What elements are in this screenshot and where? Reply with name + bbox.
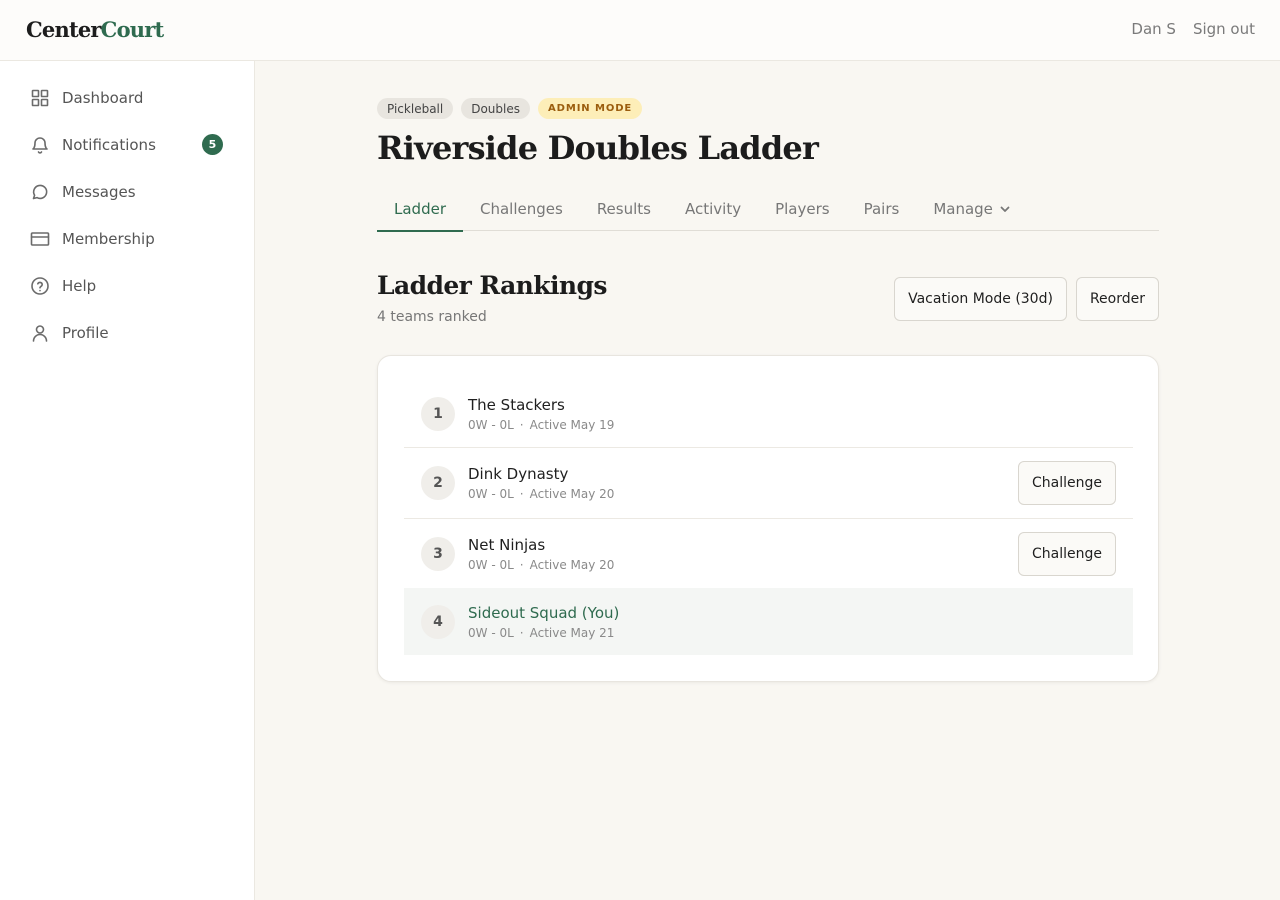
logo-text-center: Center <box>26 17 101 42</box>
tab-pairs[interactable]: Pairs <box>847 186 917 231</box>
ladder-tabs: Ladder Challenges Results Activity Playe… <box>377 186 1159 232</box>
ladder-actions: Vacation Mode (30d) Reorder <box>894 277 1159 321</box>
ladder-card: 1 The Stackers 0W - 0L · Active May 19 2 D… <box>377 355 1159 682</box>
rank-badge: 1 <box>421 396 455 431</box>
vacation-mode-button[interactable]: Vacation Mode (30d) <box>894 277 1067 321</box>
ladder-row: 1 The Stackers 0W - 0L · Active May 19 <box>404 380 1133 448</box>
team-meta: 0W - 0L · Active May 20 <box>468 487 615 501</box>
tab-players[interactable]: Players <box>758 186 847 231</box>
challenge-button[interactable]: Challenge <box>1018 531 1116 576</box>
sidebar-item-label: Messages <box>62 182 136 201</box>
sidebar-item-label: Notifications <box>62 135 156 154</box>
user-icon <box>30 323 50 343</box>
chat-bubble-icon <box>30 182 50 202</box>
ladder-tags: Pickleball Doubles ADMIN MODE <box>377 98 643 119</box>
sport-tag: Pickleball <box>377 98 454 119</box>
team-info: Sideout Squad (You) 0W - 0L · Active May 2… <box>468 604 619 640</box>
tab-manage[interactable]: Manage <box>916 186 1028 231</box>
team-last-active: Active May 19 <box>529 417 615 432</box>
rank-badge: 2 <box>421 466 455 500</box>
top-bar: CenterCourt Dan S Sign out <box>0 0 1280 61</box>
user-name-link[interactable]: Dan S <box>1131 20 1176 38</box>
team-record: 0W - 0L <box>468 417 514 432</box>
chevron-down-icon <box>999 203 1011 215</box>
sidebar-item-dashboard[interactable]: Dashboard <box>0 74 254 121</box>
tab-results[interactable]: Results <box>580 186 668 231</box>
team-record: 0W - 0L <box>468 487 514 501</box>
team-info: Dink Dynasty 0W - 0L · Active May 20 <box>468 465 614 501</box>
sidebar-item-profile[interactable]: Profile <box>0 309 254 356</box>
app-logo[interactable]: CenterCourt <box>26 17 165 42</box>
team-record: 0W - 0L <box>468 625 514 640</box>
sidebar-item-label: Help <box>62 276 97 295</box>
tab-activity[interactable]: Activity <box>668 186 758 231</box>
sidebar-item-label: Dashboard <box>62 88 144 107</box>
sidebar-item-label: Profile <box>62 323 109 342</box>
tab-ladder[interactable]: Ladder <box>377 186 463 232</box>
credit-card-icon <box>30 229 50 249</box>
page-title: Riverside Doubles Ladder <box>377 129 819 167</box>
help-circle-icon <box>30 276 50 296</box>
logo-text-court: Court <box>100 17 165 42</box>
team-info: The Stackers 0W - 0L · Active May 19 <box>468 396 614 432</box>
team-meta: 0W - 0L · Active May 19 <box>468 417 615 432</box>
team-meta: 0W - 0L · Active May 20 <box>468 557 615 572</box>
team-last-active: Active May 20 <box>529 487 615 501</box>
notifications-count-badge: 5 <box>202 134 223 155</box>
ladder-row: 3 Net Ninjas 0W - 0L · Active May 20 Chall… <box>404 519 1133 588</box>
rank-badge: 3 <box>421 536 455 571</box>
team-last-active: Active May 21 <box>529 625 615 640</box>
bell-icon <box>30 135 50 155</box>
grid-icon <box>30 88 50 108</box>
ladder-row: 2 Dink Dynasty 0W - 0L · Active May 20 Cha… <box>404 448 1133 519</box>
tab-challenges[interactable]: Challenges <box>463 186 580 231</box>
team-name[interactable]: Sideout Squad (You) <box>468 604 619 622</box>
teams-ranked-count: 4 teams ranked <box>377 309 487 325</box>
sidebar-item-messages[interactable]: Messages <box>0 168 254 215</box>
sidebar-item-notifications[interactable]: Notifications 5 <box>0 121 254 168</box>
ladder-row-you: 4 Sideout Squad (You) 0W - 0L · Active May… <box>404 588 1133 655</box>
user-nav: Dan S Sign out <box>1131 20 1255 38</box>
sidebar-item-label: Membership <box>62 229 155 248</box>
team-last-active: Active May 20 <box>529 557 615 572</box>
team-meta: 0W - 0L · Active May 21 <box>468 625 615 640</box>
rank-badge: 4 <box>421 604 455 639</box>
reorder-button[interactable]: Reorder <box>1075 277 1159 321</box>
admin-mode-badge: ADMIN MODE <box>538 98 643 119</box>
team-name[interactable]: The Stackers <box>468 396 614 414</box>
section-title: Ladder Rankings <box>377 271 607 300</box>
tab-manage-label: Manage <box>933 199 993 218</box>
team-record: 0W - 0L <box>468 557 514 572</box>
sign-out-link[interactable]: Sign out <box>1193 20 1255 38</box>
sidebar-item-membership[interactable]: Membership <box>0 215 254 262</box>
team-name[interactable]: Dink Dynasty <box>468 465 614 483</box>
sidebar: Dashboard Notifications 5 Messages Membe… <box>0 61 255 900</box>
challenge-button[interactable]: Challenge <box>1018 461 1116 505</box>
team-info: Net Ninjas 0W - 0L · Active May 20 <box>468 536 614 572</box>
team-name[interactable]: Net Ninjas <box>468 536 614 554</box>
format-tag: Doubles <box>461 98 530 119</box>
sidebar-item-help[interactable]: Help <box>0 262 254 309</box>
